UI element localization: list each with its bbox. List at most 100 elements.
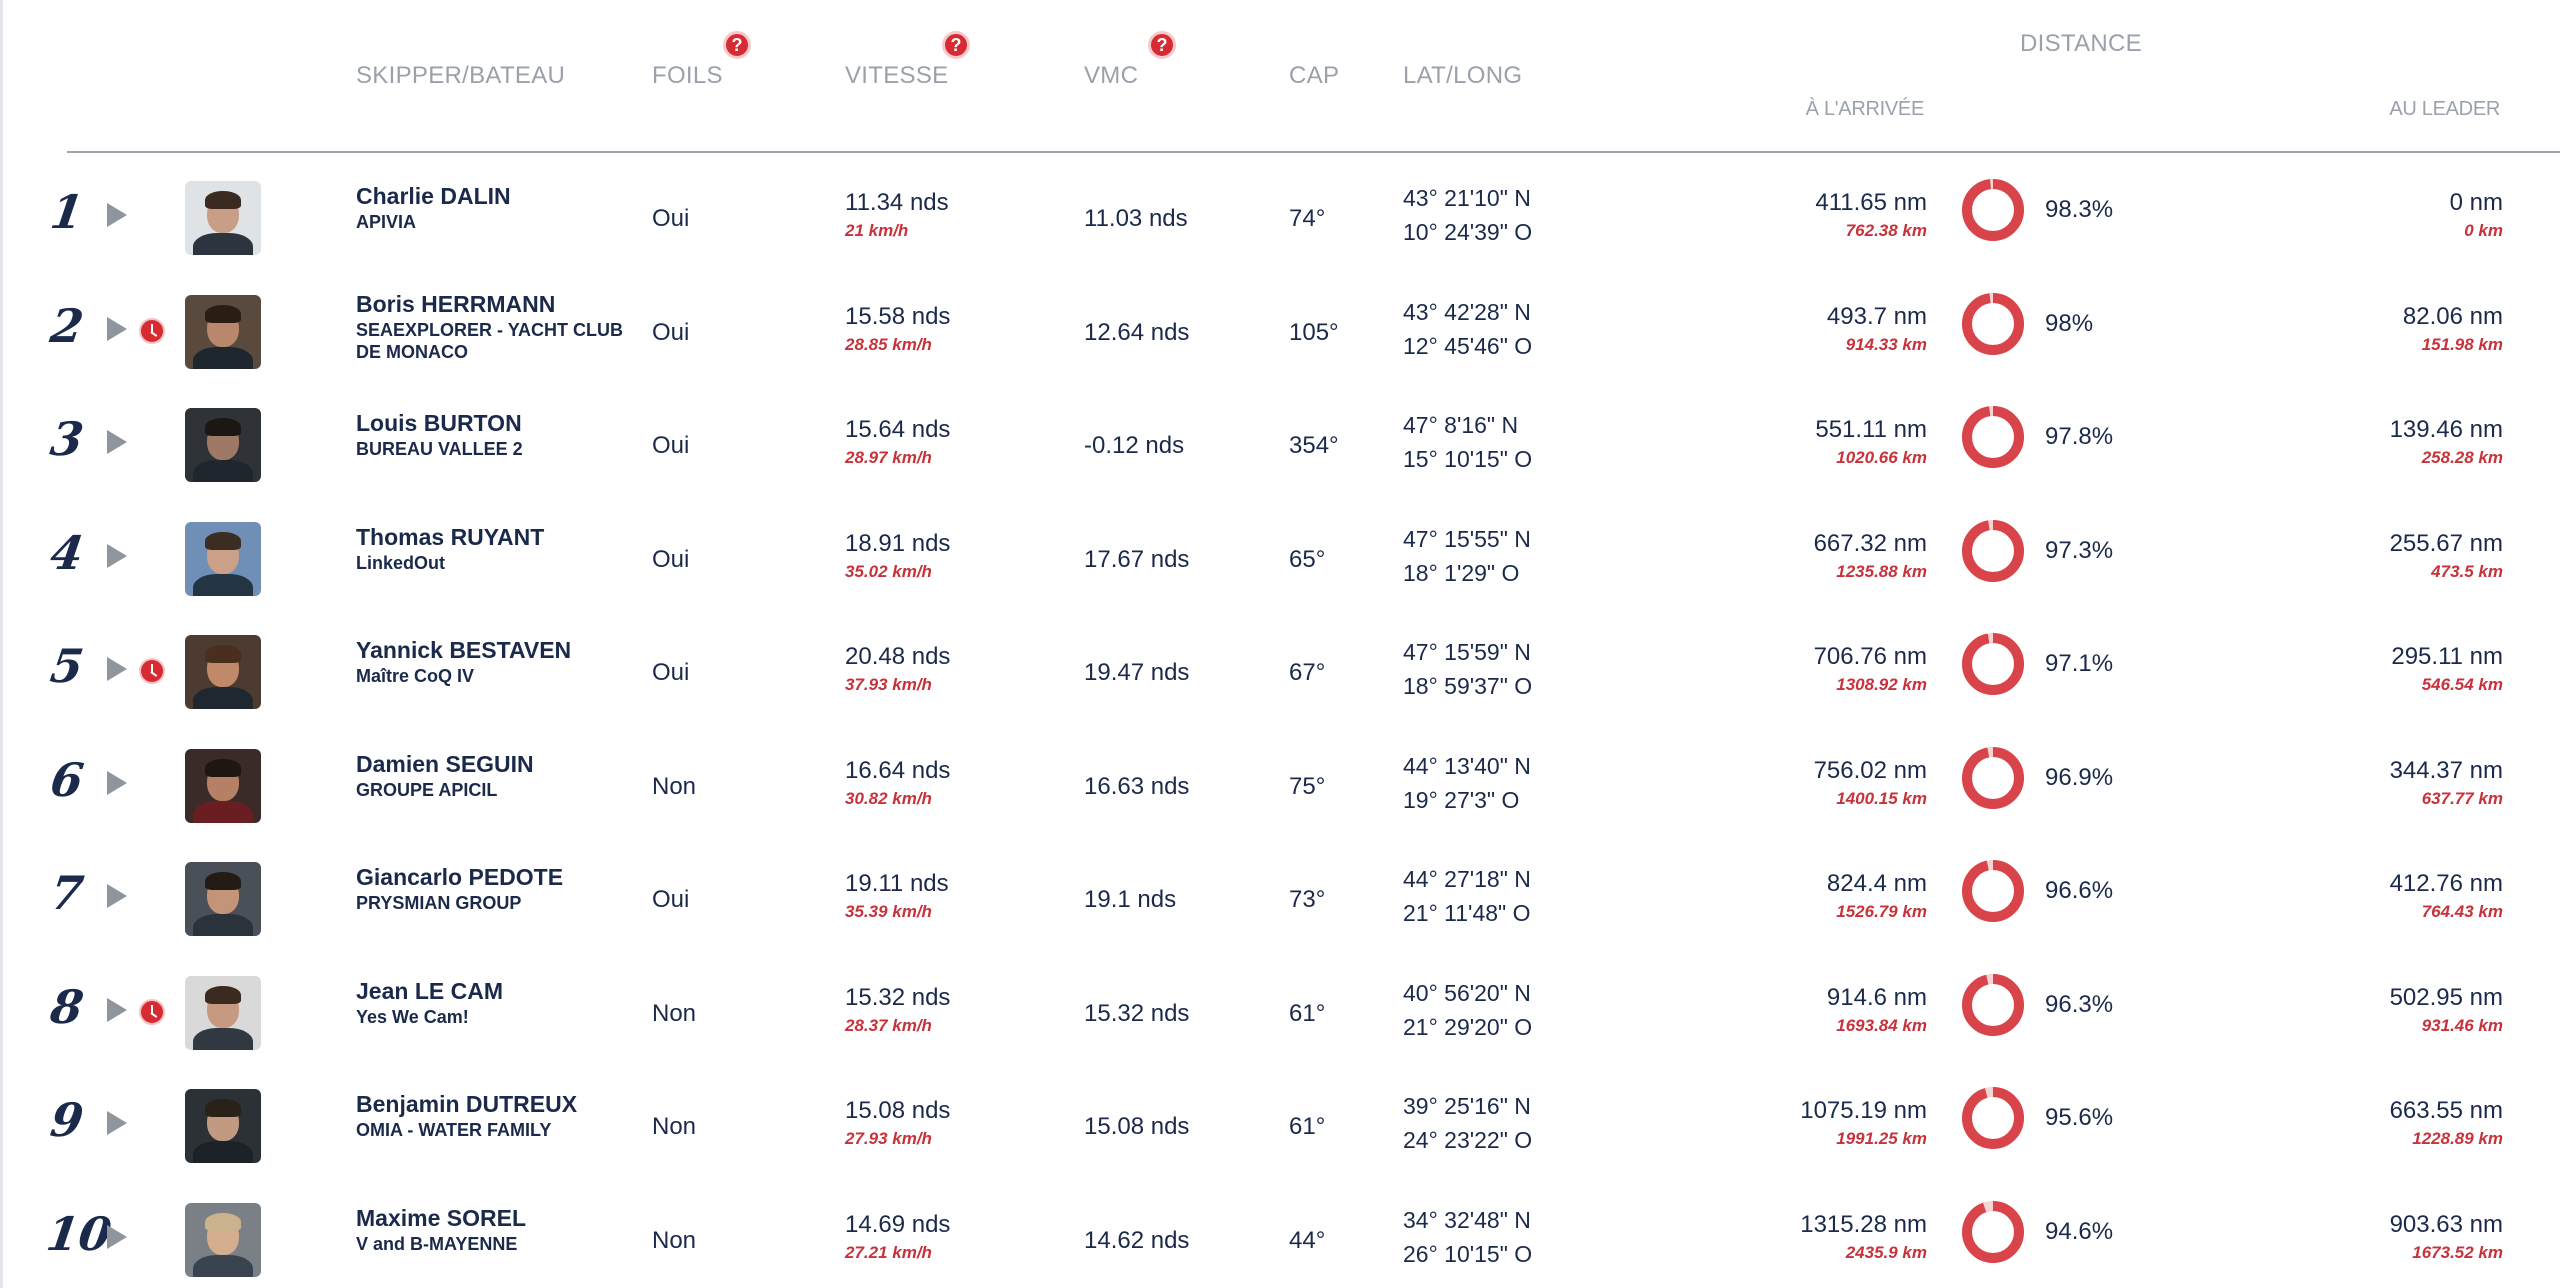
vmc-value: 19.47 nds [1084,659,1190,686]
latitude-value: 40° 56'20" N [1403,979,1531,1006]
boat-name: GROUPE APICIL [356,779,498,800]
play-icon[interactable] [107,884,127,908]
distance-leader-value: 139.46 nm [2389,416,2503,443]
distance-leader-km-value: 473.5 km [2431,561,2503,581]
skipper-name[interactable]: Charlie DALIN [356,183,511,210]
table-row[interactable]: 2 Boris HERRMANN SEAEXPLORER - YACHT CLU… [3,273,2560,387]
table-row[interactable]: 5 Yannick BESTAVEN Maître CoQ IV Oui 20.… [3,613,2560,727]
rank-number: 5 [47,639,87,693]
clock-icon [139,998,165,1025]
avatar[interactable] [185,748,261,823]
cap-value: 105° [1289,318,1339,346]
foils-value: Non [652,772,697,800]
table-row[interactable]: 8 Jean LE CAM Yes We Cam! Non 15.32 nds … [3,954,2560,1068]
distance-arrival-value: 756.02 nm [1813,756,1927,784]
cap-value: 354° [1289,432,1339,459]
skipper-name[interactable]: Jean LE CAM [356,978,503,1005]
skipper-name[interactable]: Maxime SOREL [356,1205,526,1232]
longitude-value: 18° 59'37" O [1403,673,1533,699]
play-icon[interactable] [107,1111,127,1135]
longitude-value: 15° 10'15" O [1403,446,1533,472]
distance-leader-km-value: 637.77 km [2421,788,2503,808]
boat-name: APIVIA [356,212,417,232]
distance-arrival-km-value: 762.38 km [1845,221,1927,240]
play-icon[interactable] [107,657,127,681]
boat-name: Maître CoQ IV [356,666,475,686]
table-row[interactable]: 7 Giancarlo PEDOTE PRYSMIAN GROUP Oui 19… [3,840,2560,954]
progress-percent: 97.3% [2045,536,2114,564]
skipper-name[interactable]: Yannick BESTAVEN [356,637,571,664]
skipper-name[interactable]: Benjamin DUTREUX [356,1091,577,1118]
avatar[interactable] [185,975,261,1050]
avatar[interactable] [185,862,261,936]
progress-percent: 95.6% [2045,1104,2114,1131]
foils-value: Oui [652,432,690,459]
play-icon[interactable] [107,316,127,341]
table-row[interactable]: 4 Thomas RUYANT LinkedOut Oui 18.91 nds … [3,500,2560,614]
skipper-name[interactable]: Thomas RUYANT [356,524,544,551]
speed-value: 20.48 nds [845,643,951,670]
play-icon[interactable] [107,1224,127,1249]
distance-arrival-km-value: 1991.25 km [1836,1129,1927,1148]
rank-number: 8 [47,979,87,1034]
skipper-name[interactable]: Boris HERRMANN [356,291,555,318]
vmc-value: 14.62 nds [1084,1226,1190,1254]
latitude-value: 34° 32'48" N [1403,1206,1531,1233]
vmc-help-icon[interactable]: ? [1148,31,1176,59]
distance-arrival-km-value: 1526.79 km [1836,902,1927,921]
table-row[interactable]: 10 Maxime SOREL V and B-MAYENNE Non 14.6… [3,1181,2560,1288]
table-row[interactable]: 1 Charlie DALIN APIVIA Oui 11.34 nds 21 … [3,159,2560,273]
distance-leader-value: 412.76 nm [2389,870,2503,897]
distance-arrival-value: 667.32 nm [1813,529,1927,557]
distance-leader-km-value: 258.28 km [2421,448,2503,467]
play-icon[interactable] [107,543,127,568]
speed-value: 15.32 nds [845,983,951,1011]
avatar[interactable] [185,1089,261,1163]
skipper-name[interactable]: Louis BURTON [356,410,522,437]
latitude-value: 47° 15'59" N [1403,639,1531,665]
avatar[interactable] [185,521,261,596]
latitude-value: 39° 25'16" N [1403,1093,1531,1119]
play-icon[interactable] [107,770,127,795]
avatar[interactable] [185,294,261,369]
speed-kmh-value: 27.93 km/h [845,1129,932,1148]
progress-donut [1962,292,2024,355]
cap-value: 61° [1289,999,1326,1027]
avatar[interactable] [185,635,261,709]
speed-value: 16.64 nds [845,756,951,784]
longitude-value: 21° 11'48" O [1403,900,1531,926]
cap-value: 67° [1289,659,1326,686]
speed-value: 15.58 nds [845,302,951,330]
skipper-name[interactable]: Damien SEGUIN [356,751,534,778]
foils-value: Non [652,1226,697,1254]
vitesse-help-icon[interactable]: ? [942,31,970,59]
rank-number: 2 [47,298,87,353]
foils-value: Oui [652,205,690,232]
foils-value: Non [652,999,697,1027]
longitude-value: 24° 23'22" O [1403,1127,1533,1153]
foils-help-icon[interactable]: ? [723,31,751,59]
progress-donut [1962,519,2024,582]
avatar[interactable] [185,408,261,482]
distance-arrival-km-value: 1235.88 km [1836,561,1927,581]
avatar[interactable] [185,181,261,255]
boat-name: BUREAU VALLEE 2 [356,439,523,459]
play-icon[interactable] [107,430,127,454]
skipper-name[interactable]: Giancarlo PEDOTE [356,864,563,891]
col-header-cap: CAP [1289,62,1340,89]
table-row[interactable]: 3 Louis BURTON BUREAU VALLEE 2 Oui 15.64… [3,386,2560,500]
table-row[interactable]: 9 Benjamin DUTREUX OMIA - WATER FAMILY N… [3,1067,2560,1181]
cap-value: 44° [1289,1226,1326,1254]
longitude-value: 12° 45'46" O [1403,332,1533,359]
distance-leader-km-value: 1673.52 km [2412,1242,2503,1262]
distance-arrival-km-value: 914.33 km [1845,334,1927,354]
table-row[interactable]: 6 Damien SEGUIN GROUPE APICIL Non 16.64 … [3,727,2560,841]
rank-number: 10 [43,1206,115,1261]
play-icon[interactable] [107,997,127,1022]
play-icon[interactable] [107,203,127,227]
avatar[interactable] [185,1202,261,1277]
clock-icon [139,317,165,344]
speed-value: 19.11 nds [845,870,949,897]
foils-value: Oui [652,886,690,913]
vmc-value: 16.63 nds [1084,772,1190,800]
